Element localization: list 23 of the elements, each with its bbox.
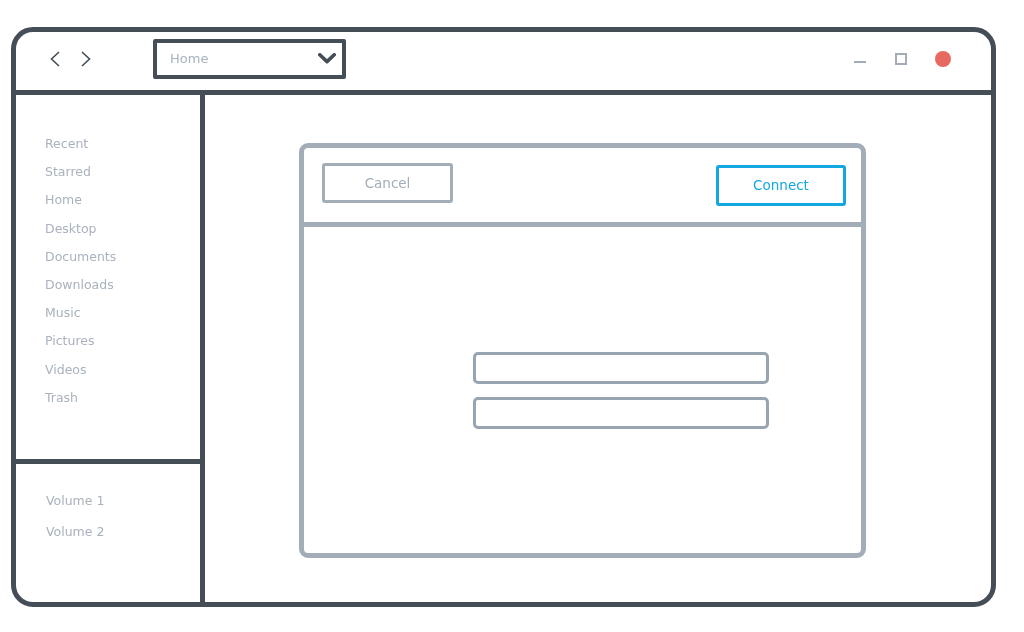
sidebar-item[interactable]: Downloads [45,276,114,293]
sidebar-item[interactable]: Recent [45,136,89,152]
input-field[interactable] [473,352,769,384]
sidebar-item[interactable]: Documents [45,248,117,265]
sidebar-item[interactable]: Music [45,305,81,322]
volume-item[interactable]: Volume 2 [46,524,105,540]
cancel-button[interactable]: Cancel [322,163,453,203]
sidebar-item[interactable]: Desktop [45,220,97,237]
close-icon[interactable] [935,50,951,67]
location-dropdown[interactable]: Home [153,38,346,79]
sidebar-item[interactable]: Pictures [45,333,95,350]
sidebar-item[interactable]: Trash [45,389,79,406]
chevron-down-icon [318,53,336,64]
sidebar-item[interactable]: Starred [45,164,91,181]
minimize-icon[interactable] [854,60,866,63]
input-field[interactable] [473,397,769,429]
sidebar-item[interactable]: Videos [45,361,87,378]
maximize-icon[interactable] [895,52,907,65]
sidebar-item[interactable]: Home [45,192,82,209]
volume-item[interactable]: Volume 1 [46,493,105,509]
forward-icon[interactable] [81,50,91,67]
connect-button[interactable]: Connect [716,164,846,206]
back-icon[interactable] [50,50,60,67]
